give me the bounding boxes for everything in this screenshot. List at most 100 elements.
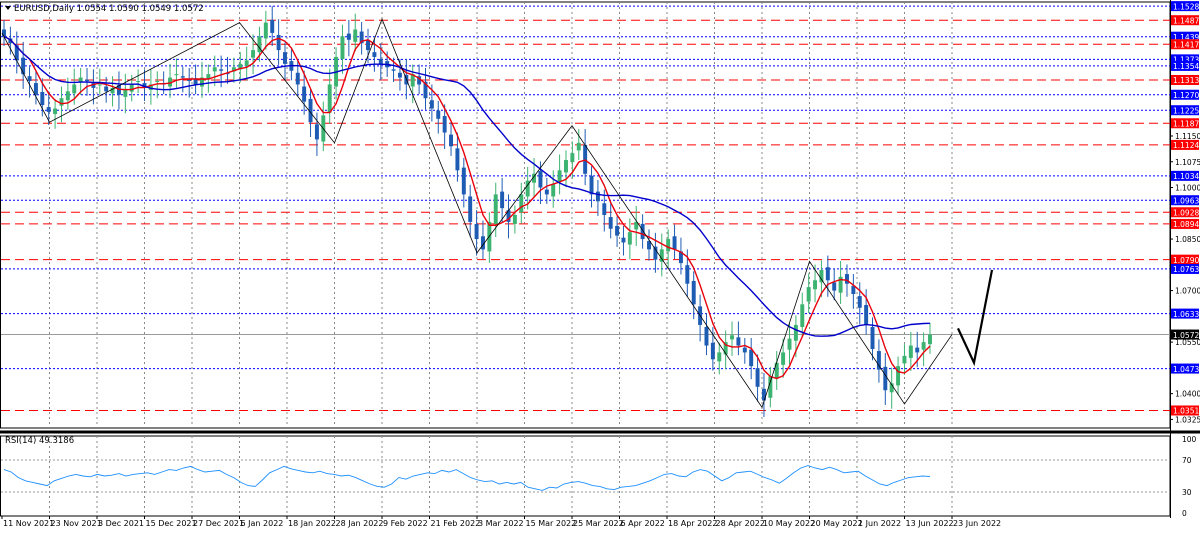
price-tick-label: 1.0850: [1175, 235, 1200, 244]
bull-candle: [155, 81, 160, 83]
bull-candle: [659, 249, 664, 262]
bear-candle: [449, 134, 454, 147]
price-tick-label: 1.0400: [1175, 390, 1200, 399]
chart-svg: 11 Nov 202123 Nov 20213 Dec 2021 15 Dec 2…: [0, 0, 1200, 530]
chart-header: EURUSD,Daily 1.0554 1.0590 1.0549 1.0572: [5, 4, 204, 14]
bear-candle: [538, 171, 543, 188]
date-label: 3 Dec 2021: [98, 519, 144, 528]
price-level-label: 1.1034: [1173, 172, 1199, 181]
bull-candle: [576, 142, 581, 151]
bull-candle: [800, 304, 805, 327]
bull-candle: [251, 50, 256, 58]
bull-candle: [327, 84, 332, 113]
bear-candle: [704, 326, 709, 346]
rsi-scale-top: 100: [1182, 435, 1197, 444]
date-label: 18 Apr 2022: [668, 519, 717, 528]
bear-candle: [915, 347, 920, 353]
bear-candle: [378, 59, 383, 64]
bear-candle: [180, 76, 185, 78]
bear-candle: [21, 57, 26, 75]
bull-candle: [551, 184, 556, 197]
date-label: 27 Dec 2021: [193, 519, 244, 528]
bear-candle: [544, 189, 549, 195]
bull-candle: [781, 352, 786, 365]
price-level-label: 1.0963: [1173, 196, 1199, 205]
bear-candle: [302, 86, 307, 102]
bear-candle: [876, 351, 881, 370]
bull-candle: [570, 153, 575, 163]
date-label: 21 Feb 2022: [431, 519, 481, 528]
bull-candle: [717, 352, 722, 362]
bear-candle: [436, 110, 441, 119]
bear-candle: [429, 100, 434, 109]
bear-candle: [397, 72, 402, 78]
price-tick-label: 1.0700: [1175, 287, 1200, 296]
rsi-level-30-label: 30: [1182, 488, 1192, 497]
chart-window: 11 Nov 2021 23 Nov 2021 3 Dec 2021 15 Dec 2…: [0, 0, 1200, 530]
price-tick-label: 1.0325: [1175, 415, 1200, 424]
date-label: 6 Apr 2022: [621, 519, 665, 528]
bear-candle: [602, 203, 607, 215]
bull-candle: [97, 84, 102, 86]
bear-candle: [46, 107, 51, 112]
bear-candle: [455, 148, 460, 171]
bear-candle: [104, 86, 109, 92]
bear-candle: [749, 349, 754, 367]
date-label: 13 Jun 2022: [906, 519, 954, 528]
bear-candle: [864, 305, 869, 325]
bear-candle: [883, 366, 888, 391]
date-label: 15 Mar 2022: [526, 519, 577, 528]
date-label: 20 May 2022: [811, 519, 863, 528]
date-label: 18 Jan 2022: [288, 519, 336, 528]
price-level-label: 1.1313: [1173, 76, 1199, 85]
bull-candle: [53, 108, 58, 114]
rsi-scale-bottom: 0: [1182, 509, 1187, 518]
bull-candle: [928, 334, 932, 345]
bear-candle: [346, 33, 351, 40]
price-level-label: 1.1417: [1173, 40, 1199, 49]
price-level-label: 1.1225: [1173, 106, 1199, 115]
bear-candle: [372, 52, 377, 57]
price-level-label: 1.1270: [1173, 91, 1199, 100]
bull-candle: [557, 170, 562, 182]
price-level-label: 1.0473: [1173, 365, 1199, 374]
bear-candle: [391, 69, 396, 71]
bull-candle: [340, 36, 345, 60]
bull-candle: [59, 98, 64, 106]
bear-candle: [653, 246, 658, 260]
bear-candle: [295, 72, 300, 85]
bear-candle: [615, 225, 620, 236]
rsi-label: RSI(14) 49.3186: [5, 436, 74, 446]
price-tick-label: 1.1000: [1175, 184, 1200, 193]
rsi-header: RSI(14) 49.3186: [5, 436, 74, 446]
date-label: 23 Jun 2022: [953, 519, 1001, 528]
price-level-label: 1.0894: [1173, 220, 1199, 229]
bull-candle: [666, 239, 671, 252]
bull-candle: [512, 215, 517, 224]
bear-candle: [691, 280, 696, 305]
bull-candle: [212, 67, 217, 72]
price-level-label: 1.0763: [1173, 265, 1199, 274]
rsi-level-70-label: 70: [1182, 456, 1192, 465]
date-label: 15 Dec 2021: [146, 519, 197, 528]
bear-candle: [461, 167, 466, 195]
bull-candle: [730, 335, 735, 340]
bear-candle: [270, 19, 275, 33]
price-level-label: 1.0633: [1173, 310, 1199, 319]
bull-candle: [493, 194, 498, 224]
bull-candle: [263, 22, 268, 39]
bear-candle: [314, 124, 319, 140]
bear-candle: [442, 116, 447, 133]
bear-candle: [33, 83, 38, 95]
bull-candle: [65, 91, 70, 101]
bull-candle: [136, 81, 141, 83]
date-label: 9 Feb 2022: [383, 519, 428, 528]
bear-candle: [621, 237, 626, 243]
date-label: 28 Jan 2022: [336, 519, 384, 528]
price-level-label: 1.1487: [1173, 16, 1199, 25]
date-label: 23 Nov 2021: [51, 519, 102, 528]
bear-candle: [870, 326, 875, 349]
bull-candle: [244, 60, 249, 66]
bear-candle: [672, 236, 677, 250]
bull-candle: [564, 160, 568, 173]
